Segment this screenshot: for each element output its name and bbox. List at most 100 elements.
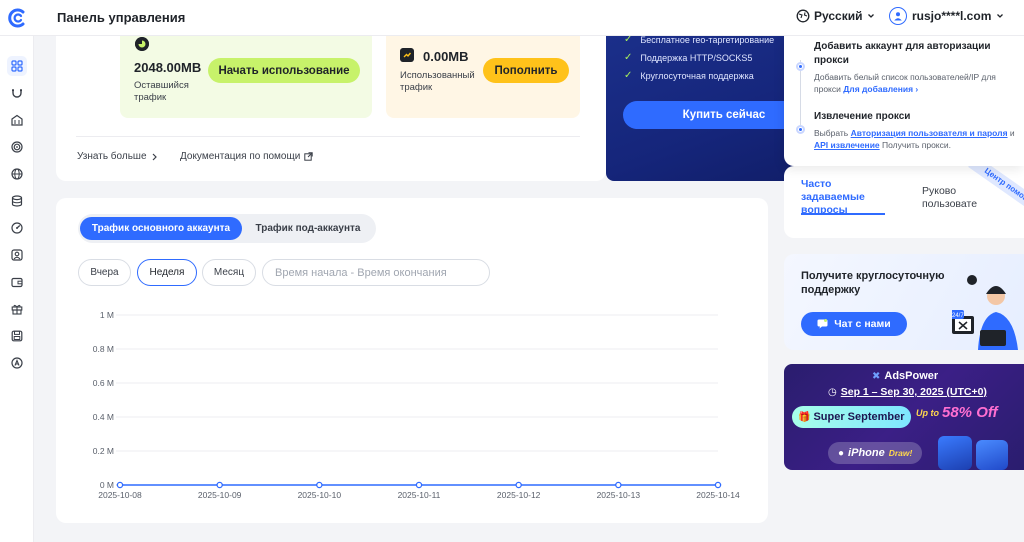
top-up-button[interactable]: Пополнить xyxy=(483,58,569,83)
clock-icon: ◷ xyxy=(828,386,837,398)
remaining-traffic-label: Оставшийся трафик xyxy=(134,80,189,103)
apple-icon: ● xyxy=(838,447,845,459)
pie-icon xyxy=(135,37,149,51)
data-point xyxy=(316,481,323,489)
chart-icon xyxy=(400,48,414,62)
ads-iphone: ● iPhone Draw! xyxy=(828,442,923,464)
range-yesterday-button[interactable]: Вчера xyxy=(78,259,131,286)
faq-card: Часто задаваемые вопросы Руково пользовате … xyxy=(784,166,1024,238)
api-icon[interactable] xyxy=(7,353,27,373)
dashboard-icon[interactable] xyxy=(7,56,27,76)
step-dot xyxy=(796,62,805,71)
avatar xyxy=(889,7,907,25)
start-using-button[interactable]: Начать использование xyxy=(208,58,360,83)
ads-brand: ✖ AdsPower xyxy=(872,370,939,382)
check-icon: ✓ xyxy=(624,36,633,45)
x-tick-label: 2025-10-10 xyxy=(298,490,342,500)
used-traffic-label: Использованный трафик xyxy=(400,70,475,93)
gift-icon[interactable] xyxy=(7,299,27,319)
tab-sub-account-traffic[interactable]: Трафик под-аккаунта xyxy=(244,217,372,240)
username: rusjo****l.com xyxy=(912,9,992,23)
adspower-logo-icon: ✖ xyxy=(872,370,881,382)
user-password-auth-link[interactable]: Авторизация пользователя и пароля xyxy=(851,128,1008,138)
gauge-icon[interactable] xyxy=(7,218,27,238)
support-agent-illustration: 24/7 xyxy=(952,275,1018,350)
adspower-banner[interactable]: ✖ AdsPower ◷ Sep 1 – Sep 30, 2025 (UTC+0… xyxy=(784,364,1024,470)
api-extract-link[interactable]: API извлечение xyxy=(814,140,880,150)
chevron-right-icon: › xyxy=(915,84,919,94)
learn-more-link[interactable]: Узнать больше xyxy=(77,151,158,162)
step-2-desc: Выбрать Авторизация пользователя и парол… xyxy=(814,128,1015,150)
ads-date: ◷ Sep 1 – Sep 30, 2025 (UTC+0) xyxy=(828,386,987,398)
external-link-icon xyxy=(304,152,314,161)
language-icon xyxy=(796,9,810,23)
tab-user-guide[interactable]: Руково пользовате xyxy=(922,185,977,211)
account-icon[interactable] xyxy=(7,245,27,265)
x-tick-label: 2025-10-12 xyxy=(497,490,541,500)
data-point xyxy=(615,481,622,489)
save-icon[interactable] xyxy=(7,326,27,346)
x-tick-label: 2025-10-09 xyxy=(198,490,242,500)
datacenter-icon[interactable] xyxy=(7,110,27,130)
tab-main-account-traffic[interactable]: Трафик основного аккаунта xyxy=(80,217,242,240)
step-2-title: Извлечение прокси xyxy=(814,111,911,122)
y-tick-label: 0.4 M xyxy=(93,412,114,422)
magnet-icon[interactable] xyxy=(7,83,27,103)
logo-icon[interactable] xyxy=(8,8,28,28)
user-menu[interactable]: rusjo****l.com xyxy=(889,7,1004,25)
support-title: Получите круглосуточную поддержку xyxy=(801,270,945,296)
date-range-input[interactable]: Время начала - Время окончания xyxy=(262,259,490,286)
chevron-right-icon xyxy=(152,153,157,160)
support-card: Получите круглосуточную поддержку Чат с н… xyxy=(784,254,1024,350)
ads-percent: 58% Off xyxy=(942,404,998,421)
data-point xyxy=(714,481,722,489)
data-point xyxy=(515,481,522,489)
database-icon[interactable] xyxy=(7,191,27,211)
gift-icon: 🎁 xyxy=(798,411,811,423)
tab-faq[interactable]: Часто задаваемые вопросы xyxy=(801,178,881,217)
active-tab-indicator xyxy=(801,213,885,215)
chat-button[interactable]: Чат с нами xyxy=(801,312,907,336)
ads-upto: Up to xyxy=(916,408,939,418)
data-point xyxy=(415,481,423,489)
x-tick-label: 2025-10-14 xyxy=(696,490,740,500)
getting-started-steps: Добавить аккаунт для авторизации прокси Д… xyxy=(784,36,1024,166)
y-tick-label: 0 M xyxy=(100,480,114,490)
x-tick-label: 2025-10-13 xyxy=(597,490,641,500)
y-tick-label: 1 M xyxy=(100,310,114,320)
range-month-button[interactable]: Месяц xyxy=(202,259,256,286)
data-point xyxy=(216,481,223,489)
wallet-icon[interactable] xyxy=(7,272,27,292)
language-label: Русский xyxy=(814,9,863,23)
divider xyxy=(76,136,580,137)
phone-image xyxy=(976,440,1008,470)
top-bar: Панель управления Русский rusjo****l.com xyxy=(0,0,1024,36)
used-traffic-value: 0.00MB xyxy=(423,49,469,64)
y-tick-label: 0.2 M xyxy=(93,446,114,456)
user-icon xyxy=(894,12,902,21)
data-point xyxy=(116,481,124,489)
x-tick-label: 2025-10-11 xyxy=(398,490,441,500)
phone-image xyxy=(938,436,972,470)
chevron-down-icon xyxy=(997,14,1004,18)
help-docs-link[interactable]: Документация по помощи xyxy=(180,151,314,162)
chevron-down-icon xyxy=(867,14,874,18)
step-dot xyxy=(796,125,805,134)
chat-icon xyxy=(817,319,828,329)
language-selector[interactable]: Русский xyxy=(796,9,875,23)
feature-item: ✓ Круглосуточная поддержка xyxy=(624,70,754,81)
check-icon: ✓ xyxy=(624,52,633,63)
y-tick-label: 0.6 M xyxy=(93,378,114,388)
y-tick-label: 0.8 M xyxy=(93,344,114,354)
feature-item: ✓ Поддержка HTTP/SOCKS5 xyxy=(624,52,753,63)
page-title: Панель управления xyxy=(57,10,186,25)
add-link[interactable]: Для добавления xyxy=(843,84,913,94)
range-week-button[interactable]: Неделя xyxy=(137,259,197,286)
x-tick-label: 2025-10-08 xyxy=(98,490,142,500)
check-icon: ✓ xyxy=(624,70,633,81)
traffic-chart: 0 M 0.2 M 0.4 M 0.6 M 0.8 M 1 M 2025-10-08 2025… xyxy=(93,310,740,500)
feature-item: ✓ Бесплатное гео-таргетирование xyxy=(624,36,775,45)
target-icon[interactable] xyxy=(7,137,27,157)
globe-icon[interactable] xyxy=(7,164,27,184)
sidebar xyxy=(0,36,34,542)
